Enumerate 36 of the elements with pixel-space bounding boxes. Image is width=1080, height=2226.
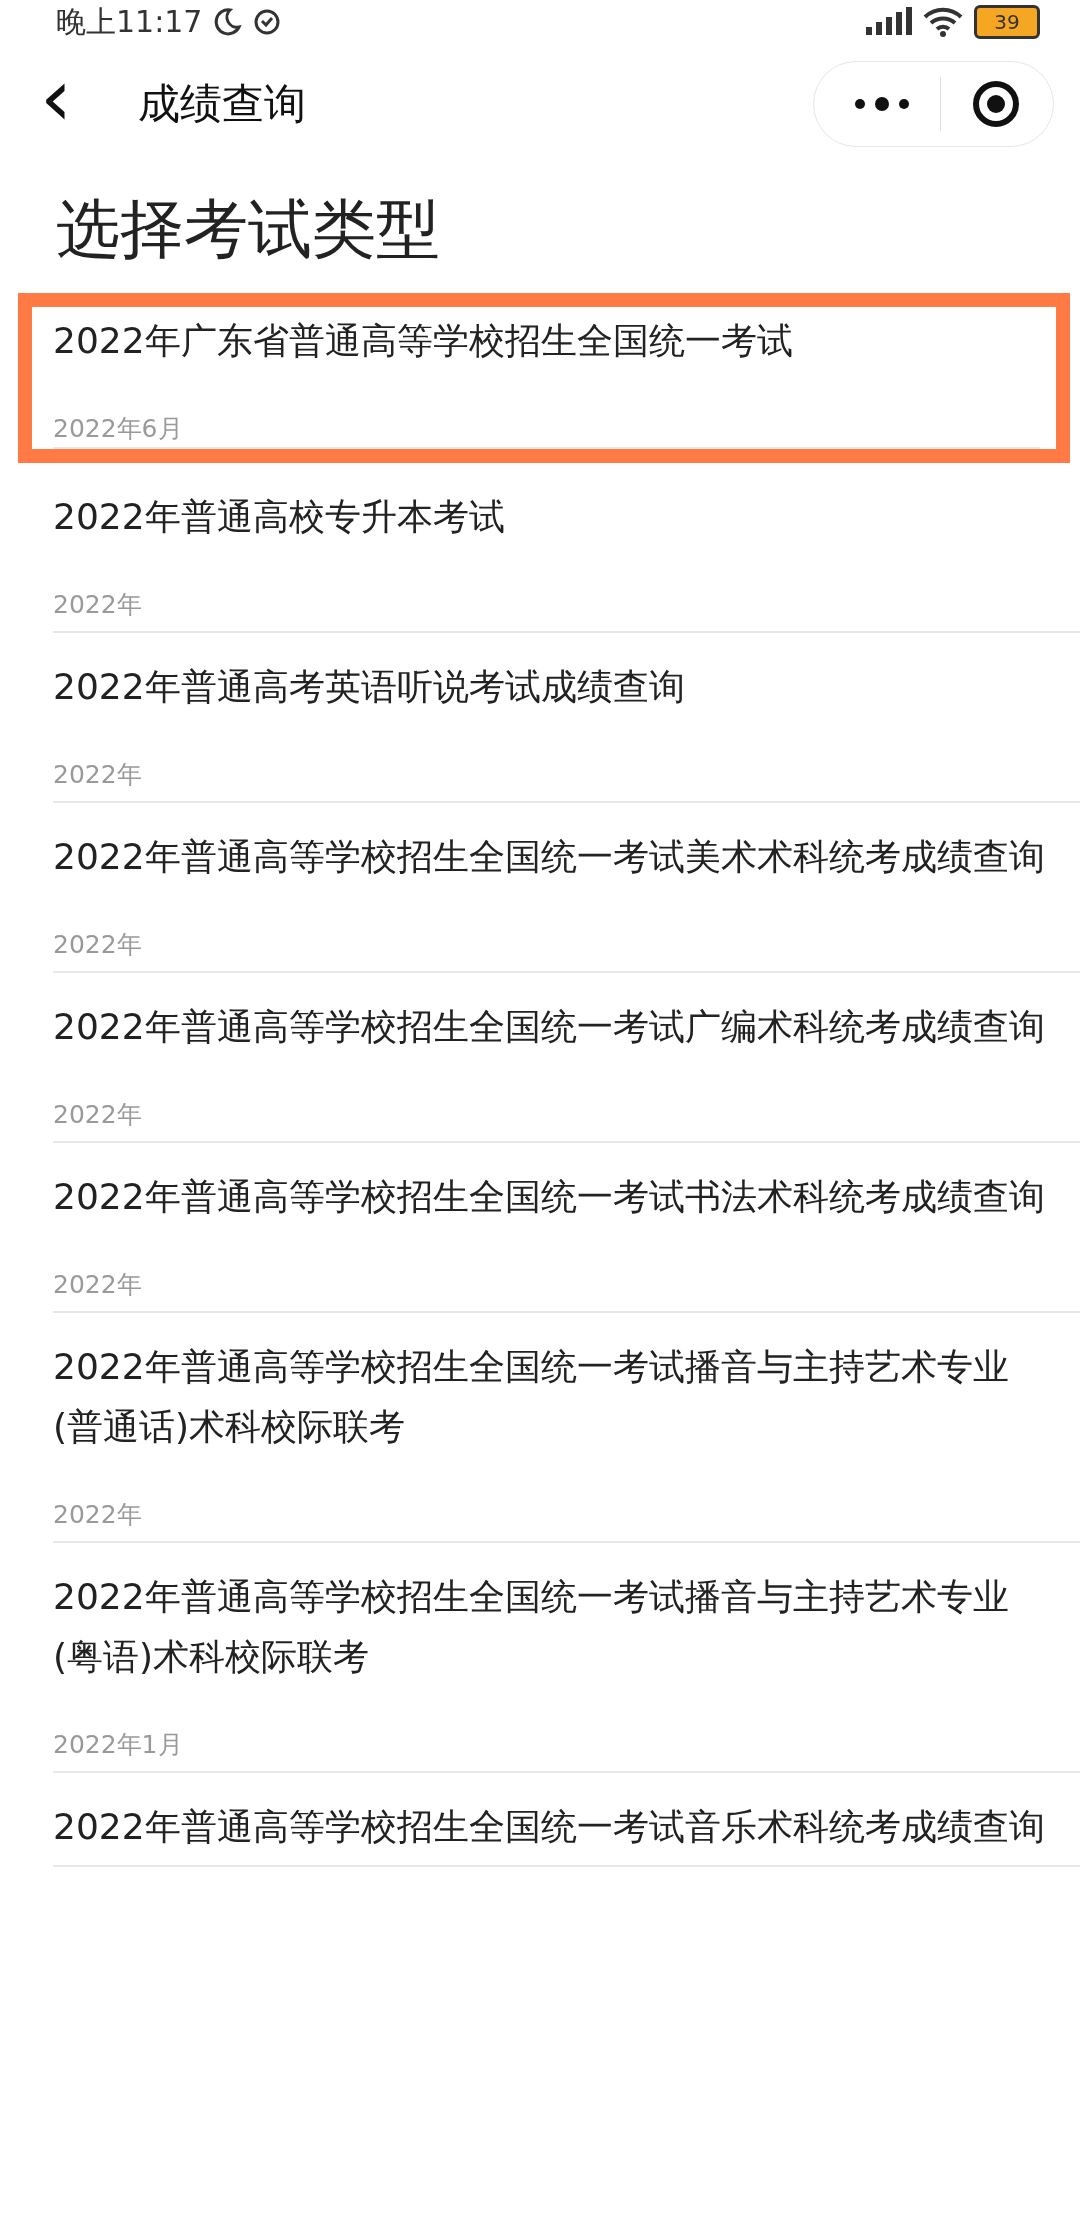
- page-title: 成绩查询: [138, 78, 306, 130]
- exam-title: 2022年普通高等学校招生全国统一考试美术术科统考成绩查询: [53, 835, 1046, 879]
- exam-title: 2022年普通高等学校招生全国统一考试书法术科统考成绩查询: [53, 1175, 1046, 1219]
- exam-date: 2022年: [53, 1269, 143, 1301]
- exam-item[interactable]: 2022年普通高考英语听说考试成绩查询 2022年: [53, 633, 1080, 803]
- exam-item[interactable]: 2022年普通高等学校招生全国统一考试书法术科统考成绩查询 2022年: [53, 1143, 1080, 1313]
- exam-item[interactable]: 2022年普通高等学校招生全国统一考试播音与主持艺术专业 (普通话)术科校际联考 2022年: [53, 1313, 1080, 1543]
- exam-date: 2022年1月: [53, 1729, 184, 1761]
- status-time: 晚上11:17: [56, 2, 203, 41]
- exam-title: 2022年普通高等学校招生全国统一考试播音与主持艺术专业 (普通话)术科校际联考: [53, 1345, 1010, 1449]
- close-icon[interactable]: [971, 79, 1021, 129]
- exam-item[interactable]: 2022年普通高等学校招生全国统一考试美术术科统考成绩查询 2022年: [53, 803, 1080, 973]
- exam-date: 2022年: [53, 1099, 143, 1131]
- exam-date: 2022年: [53, 1499, 143, 1531]
- battery-icon: 39: [974, 5, 1040, 39]
- exam-item[interactable]: 2022年普通高等学校招生全国统一考试播音与主持艺术专业 (粤语)术科校际联考 2022年1月: [53, 1543, 1080, 1773]
- exam-date: 2022年: [53, 589, 143, 621]
- exam-title: 2022年普通高等学校招生全国统一考试播音与主持艺术专业 (粤语)术科校际联考: [53, 1575, 1010, 1679]
- more-icon[interactable]: [854, 96, 910, 112]
- exam-item[interactable]: 2022年普通高等学校招生全国统一考试音乐术科统考成绩查询: [53, 1773, 1080, 1867]
- exam-title: 2022年普通高等学校招生全国统一考试音乐术科统考成绩查询: [53, 1805, 1046, 1849]
- section-heading: 选择考试类型: [55, 191, 441, 268]
- signal-icon: [864, 7, 912, 37]
- exam-title: 2022年普通高等学校招生全国统一考试广编术科统考成绩查询: [53, 1005, 1046, 1049]
- exam-date: 2022年: [53, 759, 143, 791]
- exam-date: 2022年: [53, 929, 143, 961]
- back-button[interactable]: ‹: [40, 58, 120, 138]
- exam-item[interactable]: 2022年普通高等学校招生全国统一考试广编术科统考成绩查询 2022年: [53, 973, 1080, 1143]
- moon-icon: [212, 7, 243, 37]
- exam-title: 2022年广东省普通高等学校招生全国统一考试: [53, 319, 794, 363]
- exam-date: 2022年6月: [53, 411, 1040, 449]
- exam-item[interactable]: 2022年普通高校专升本考试 2022年: [53, 463, 1080, 633]
- exam-title: 2022年普通高校专升本考试: [53, 495, 506, 539]
- wifi-icon: [922, 7, 964, 37]
- exam-item[interactable]: 2022年广东省普通高等学校招生全国统一考试 2022年6月: [18, 293, 1070, 463]
- exam-title: 2022年普通高考英语听说考试成绩查询: [53, 665, 686, 709]
